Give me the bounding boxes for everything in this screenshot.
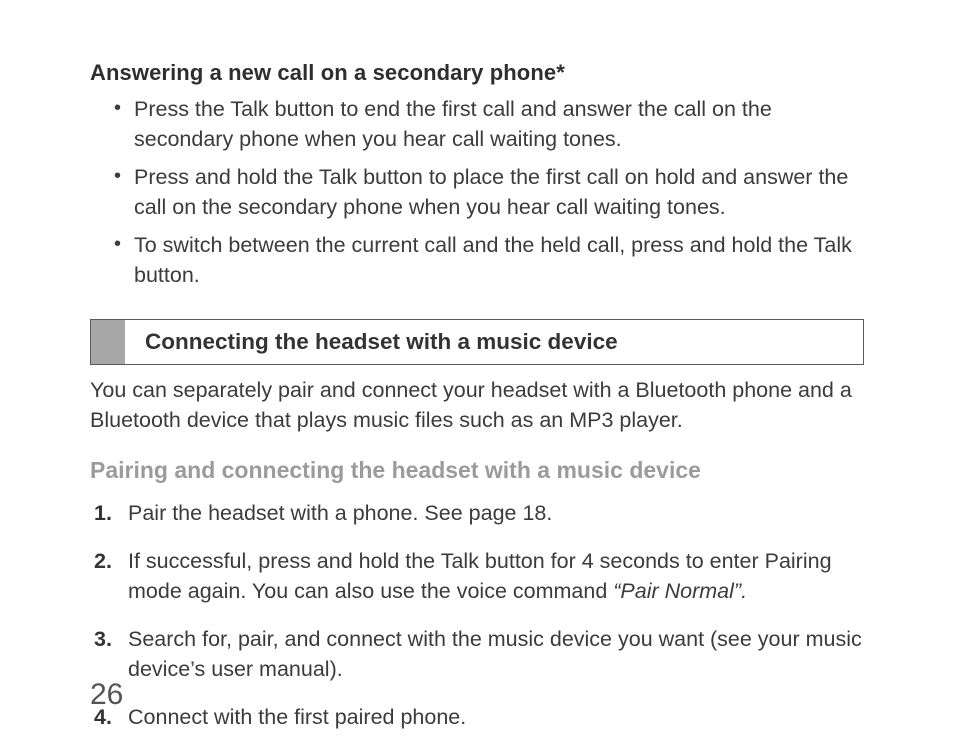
step-text: Connect with the first paired phone. [128, 705, 466, 729]
list-item: Pair the headset with a phone. See page … [90, 498, 864, 528]
page-number: 26 [90, 678, 123, 712]
section-bar-label: Connecting the headset with a music devi… [125, 320, 863, 364]
section-title-bar: Connecting the headset with a music devi… [90, 319, 864, 365]
pairing-steps-list: Pair the headset with a phone. See page … [90, 498, 864, 733]
step-pre: Pair the headset with a phone. See page … [128, 501, 552, 525]
secondary-phone-bullet-list: Press the Talk button to end the first c… [90, 94, 864, 291]
heading-asterisk: * [556, 60, 565, 85]
section-bar-square-icon [91, 320, 125, 364]
section-intro-paragraph: You can separately pair and connect your… [90, 375, 864, 435]
step-text: If successful, press and hold the Talk b… [128, 549, 832, 603]
step-text: Search for, pair, and connect with the m… [128, 627, 862, 681]
step-pre: Search for, pair, and connect with the m… [128, 627, 862, 681]
list-item: Connect with the first paired phone. [90, 702, 864, 732]
list-item: Press and hold the Talk button to place … [118, 162, 864, 222]
bullet-text: Press and hold the Talk button to place … [134, 165, 848, 219]
step-pre: Connect with the first paired phone. [128, 705, 466, 729]
bullet-text: Press the Talk button to end the first c… [134, 97, 772, 151]
manual-page: Answering a new call on a secondary phon… [0, 0, 954, 742]
list-item: Press the Talk button to end the first c… [118, 94, 864, 154]
list-item: If successful, press and hold the Talk b… [90, 546, 864, 606]
list-item: Search for, pair, and connect with the m… [90, 624, 864, 684]
bullet-text: To switch between the current call and t… [134, 233, 852, 287]
list-item: To switch between the current call and t… [118, 230, 864, 290]
step-em: “Pair Normal”. [613, 579, 747, 603]
subheading-pairing: Pairing and connecting the headset with … [90, 457, 864, 484]
heading-text: Answering a new call on a secondary phon… [90, 60, 556, 85]
step-text: Pair the headset with a phone. See page … [128, 501, 552, 525]
section-heading-secondary-phone: Answering a new call on a secondary phon… [90, 60, 864, 86]
